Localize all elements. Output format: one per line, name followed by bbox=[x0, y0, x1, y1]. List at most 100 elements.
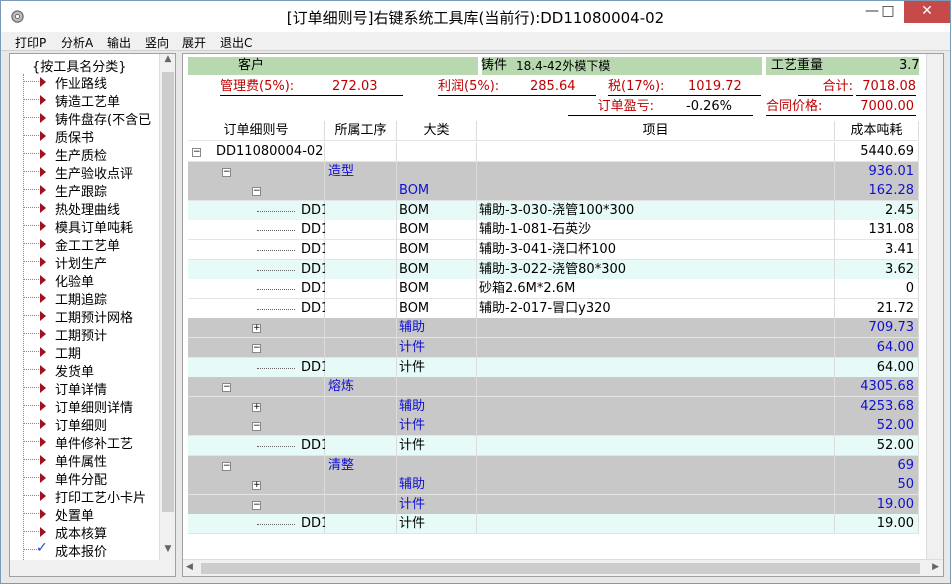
table-row[interactable]: 辅助 709.73 + bbox=[188, 318, 919, 339]
sidebar-item[interactable]: ✓ 成本报价 bbox=[10, 540, 160, 560]
sidebar-item[interactable]: 生产质检 bbox=[10, 145, 160, 164]
table-row[interactable]: 辅助 50 + bbox=[188, 475, 919, 496]
sidebar-item[interactable]: 铸造工艺单 bbox=[10, 91, 160, 110]
collapse-icon[interactable]: − bbox=[252, 187, 261, 197]
tree-connector bbox=[23, 387, 39, 388]
table-hscroll-thumb[interactable] bbox=[201, 563, 920, 574]
close-button[interactable]: ✕ bbox=[904, 1, 950, 23]
collapse-icon[interactable]: − bbox=[222, 383, 231, 393]
sidebar-item[interactable]: 生产跟踪 bbox=[10, 181, 160, 200]
sidebar-item[interactable]: 工期预计 bbox=[10, 325, 160, 344]
sidebar-item[interactable]: 作业路线 bbox=[10, 73, 160, 92]
collapse-icon[interactable]: − bbox=[222, 461, 231, 471]
sidebar-item[interactable]: 单件修补工艺 bbox=[10, 433, 160, 452]
sidebar-item[interactable]: 单件属性 bbox=[10, 451, 160, 470]
sidebar-item-label: 质保书 bbox=[55, 131, 95, 146]
cell-category: 计件 bbox=[397, 357, 477, 378]
table-row[interactable]: DD1造型BOM辅助-1-081-石英沙131.08 bbox=[188, 220, 919, 241]
sidebar-item[interactable]: 成本核算 bbox=[10, 523, 160, 542]
menu-exit[interactable]: 退出C bbox=[220, 34, 252, 51]
sidebar-item[interactable]: 处置单 bbox=[10, 505, 160, 524]
sidebar-item[interactable]: 模具订单吨耗 bbox=[10, 217, 160, 236]
col-header-cost[interactable]: 成本吨耗 bbox=[835, 121, 919, 141]
expand-icon[interactable]: + bbox=[252, 324, 261, 334]
sidebar-item[interactable]: 热处理曲线 bbox=[10, 199, 160, 218]
table-row[interactable]: 计件 52.00 − bbox=[188, 416, 919, 437]
sidebar-item[interactable]: 工期 bbox=[10, 343, 160, 362]
weight-value: 3.7 bbox=[899, 58, 920, 73]
cell-process: 清整 bbox=[325, 455, 397, 476]
sidebar-item[interactable]: 质保书 bbox=[10, 127, 160, 146]
table-row[interactable]: 计件 64.00 − bbox=[188, 338, 919, 358]
table-row[interactable]: 熔炼 4305.68 − bbox=[188, 377, 919, 398]
menu-analyze[interactable]: 分析A bbox=[61, 34, 93, 51]
table-vscrollbar[interactable] bbox=[926, 54, 943, 560]
scroll-left-icon[interactable]: ◀ bbox=[186, 562, 193, 572]
cell-category bbox=[397, 455, 477, 476]
table-row[interactable]: DD1造型BOM辅助-3-030-浇管100*3002.45 bbox=[188, 200, 919, 221]
table-row[interactable]: DD1造型BOM辅助-2-017-冒口y32021.72 bbox=[188, 298, 919, 319]
collapse-icon[interactable]: − bbox=[252, 344, 261, 353]
table-row[interactable]: DD1造型BOM辅助-3-022-浇管80*3003.62 bbox=[188, 259, 919, 280]
maximize-button[interactable]: □ bbox=[873, 1, 903, 23]
scroll-right-icon[interactable]: ▶ bbox=[932, 562, 939, 572]
window-title: [订单细则号]右键系统工具库(当前行):DD11080004-02 bbox=[286, 9, 665, 27]
table-row[interactable]: 造型 936.01 − bbox=[188, 161, 919, 182]
menu-export[interactable]: 输出 bbox=[107, 34, 131, 51]
contract-value: 7000.00 bbox=[841, 98, 916, 116]
menu-print[interactable]: 打印P bbox=[15, 34, 46, 51]
sidebar-item-label: 热处理曲线 bbox=[55, 203, 121, 218]
cell-cost: 50 bbox=[835, 475, 919, 496]
table-row[interactable]: DD1造型BOM砂箱2.6M*2.6M0 bbox=[188, 279, 919, 300]
arrow-right-icon bbox=[40, 77, 46, 87]
sidebar-item[interactable]: 单件分配 bbox=[10, 469, 160, 488]
collapse-icon[interactable]: − bbox=[192, 148, 201, 157]
sidebar-item[interactable]: 金工工艺单 bbox=[10, 235, 160, 254]
sidebar-item[interactable]: 订单细则详情 bbox=[10, 397, 160, 416]
col-header-process[interactable]: 所属工序 bbox=[325, 121, 397, 141]
menu-vertical[interactable]: 竖向 bbox=[145, 34, 169, 51]
sidebar-item[interactable]: 铸件盘存(不含已 bbox=[10, 109, 160, 128]
tree-connector bbox=[23, 369, 39, 370]
sidebar-item[interactable]: 生产验收点评 bbox=[10, 163, 160, 182]
table-row[interactable]: DD1清整计件19.00 bbox=[188, 514, 919, 535]
tree-connector bbox=[23, 225, 39, 226]
cell-cost: 936.01 bbox=[835, 161, 919, 182]
sidebar-item[interactable]: 计划生产 bbox=[10, 253, 160, 272]
sidebar-item[interactable]: 化验单 bbox=[10, 271, 160, 290]
table-row[interactable]: DD1熔炼计件52.00 bbox=[188, 436, 919, 456]
collapse-icon[interactable]: − bbox=[222, 167, 231, 177]
sidebar-item[interactable]: 工期追踪 bbox=[10, 289, 160, 308]
col-header-order[interactable]: 订单细则号 bbox=[188, 121, 325, 141]
collapse-icon[interactable]: − bbox=[252, 500, 261, 510]
expand-icon[interactable]: + bbox=[252, 481, 261, 491]
sidebar-scroll-thumb[interactable] bbox=[162, 72, 174, 512]
sidebar-vscrollbar[interactable]: ▲ ▼ bbox=[159, 54, 175, 576]
sidebar-item-label: 铸件盘存(不含已 bbox=[55, 113, 152, 128]
sidebar-item[interactable]: 订单细则 bbox=[10, 415, 160, 434]
expand-icon[interactable]: + bbox=[252, 402, 261, 412]
table-row[interactable]: BOM 162.28 − bbox=[188, 181, 919, 202]
sidebar-item[interactable]: 订单详情 bbox=[10, 379, 160, 398]
sidebar-item[interactable]: 工期预计网格 bbox=[10, 307, 160, 326]
cell-category bbox=[397, 161, 477, 182]
sidebar-item[interactable]: 打印工艺小卡片 bbox=[10, 487, 160, 506]
col-header-category[interactable]: 大类 bbox=[397, 121, 477, 141]
table-row[interactable]: DD1造型计件64.00 bbox=[188, 357, 919, 378]
table-hscrollbar[interactable]: ◀ ▶ bbox=[183, 559, 943, 576]
sidebar-hscrollbar[interactable] bbox=[10, 560, 160, 576]
table-row[interactable]: DD1造型BOM辅助-3-041-浇口杯1003.41 bbox=[188, 240, 919, 260]
col-header-item[interactable]: 项目 bbox=[477, 121, 835, 141]
collapse-icon[interactable]: − bbox=[252, 422, 261, 432]
arrow-right-icon bbox=[40, 365, 46, 375]
table-row[interactable]: 辅助 4253.68 + bbox=[188, 396, 919, 417]
arrow-right-icon bbox=[40, 455, 46, 465]
sidebar-item[interactable]: 发货单 bbox=[10, 361, 160, 380]
table-row[interactable]: 清整 69 − bbox=[188, 455, 919, 476]
cell-item: 辅助-3-022-浇管80*300 bbox=[477, 259, 835, 280]
table-row[interactable]: 计件 19.00 − bbox=[188, 494, 919, 515]
table-row[interactable]: DD11080004-02 5440.69 − bbox=[188, 142, 919, 162]
scroll-up-icon[interactable]: ▲ bbox=[160, 54, 175, 70]
scroll-down-icon[interactable]: ▼ bbox=[160, 544, 175, 560]
menu-expand[interactable]: 展开 bbox=[182, 34, 206, 51]
